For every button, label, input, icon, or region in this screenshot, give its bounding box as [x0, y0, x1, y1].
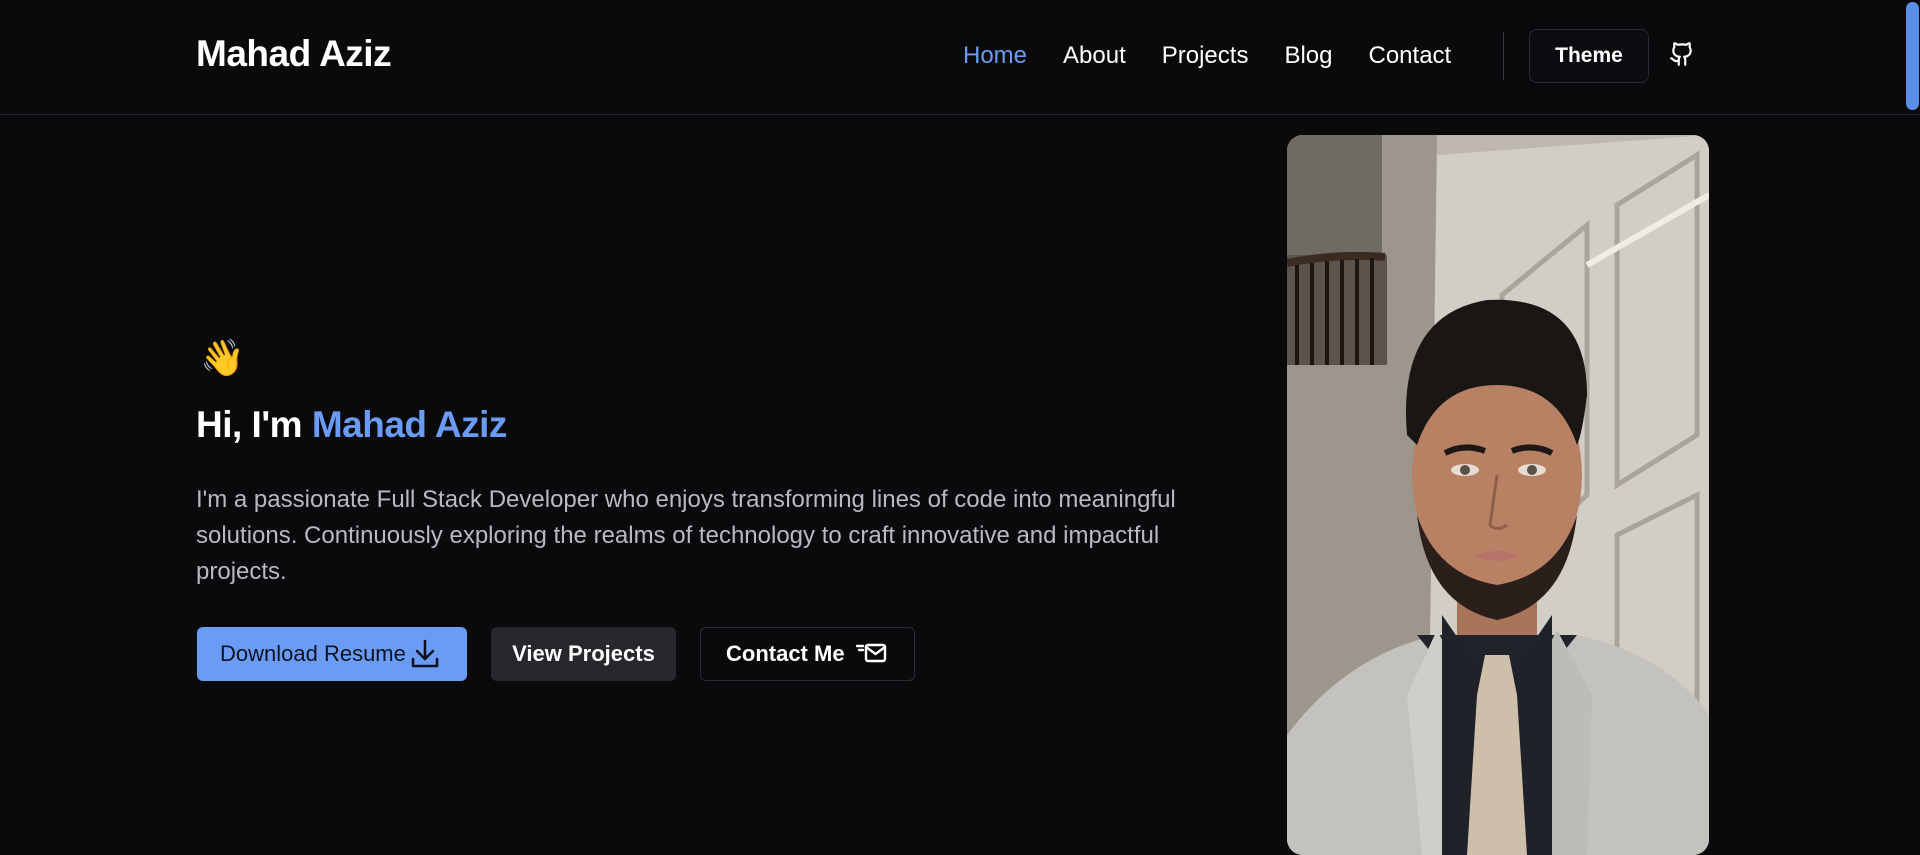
page-scrollbar[interactable]	[1903, 0, 1920, 829]
theme-toggle-button[interactable]: Theme	[1529, 29, 1649, 83]
contact-me-label: Contact Me	[726, 641, 845, 666]
hero-description: I'm a passionate Full Stack Developer wh…	[196, 486, 1176, 585]
github-icon	[1669, 41, 1695, 72]
site-header: Mahad Aziz Home About Projects Blog Cont…	[0, 0, 1920, 115]
download-resume-label: Download Resume	[220, 641, 406, 666]
profile-photo	[1287, 135, 1709, 855]
nav-projects[interactable]: Projects	[1162, 38, 1249, 73]
download-resume-button[interactable]: Download Resume	[197, 627, 467, 681]
hero-greeting: Hi, I'm	[196, 404, 312, 445]
view-projects-button[interactable]: View Projects	[491, 627, 676, 681]
brand-logo-text[interactable]: Mahad Aziz	[196, 33, 392, 75]
nav-divider	[1503, 32, 1504, 80]
main-nav: Home About Projects Blog Contact	[963, 38, 1451, 73]
nav-blog[interactable]: Blog	[1284, 38, 1332, 73]
scrollbar-thumb[interactable]	[1906, 2, 1919, 110]
nav-contact[interactable]: Contact	[1369, 38, 1452, 73]
waving-hand-icon: 👋	[200, 337, 245, 378]
hero-name: Mahad Aziz	[311, 404, 508, 445]
contact-me-button[interactable]: Contact Me	[700, 627, 915, 681]
mail-send-icon	[855, 642, 888, 672]
download-icon	[410, 638, 440, 676]
nav-home[interactable]: Home	[963, 38, 1027, 73]
nav-about[interactable]: About	[1063, 38, 1126, 73]
hero-heading: Hi, I'm Mahad Aziz	[196, 404, 507, 446]
github-link[interactable]	[1666, 40, 1698, 72]
